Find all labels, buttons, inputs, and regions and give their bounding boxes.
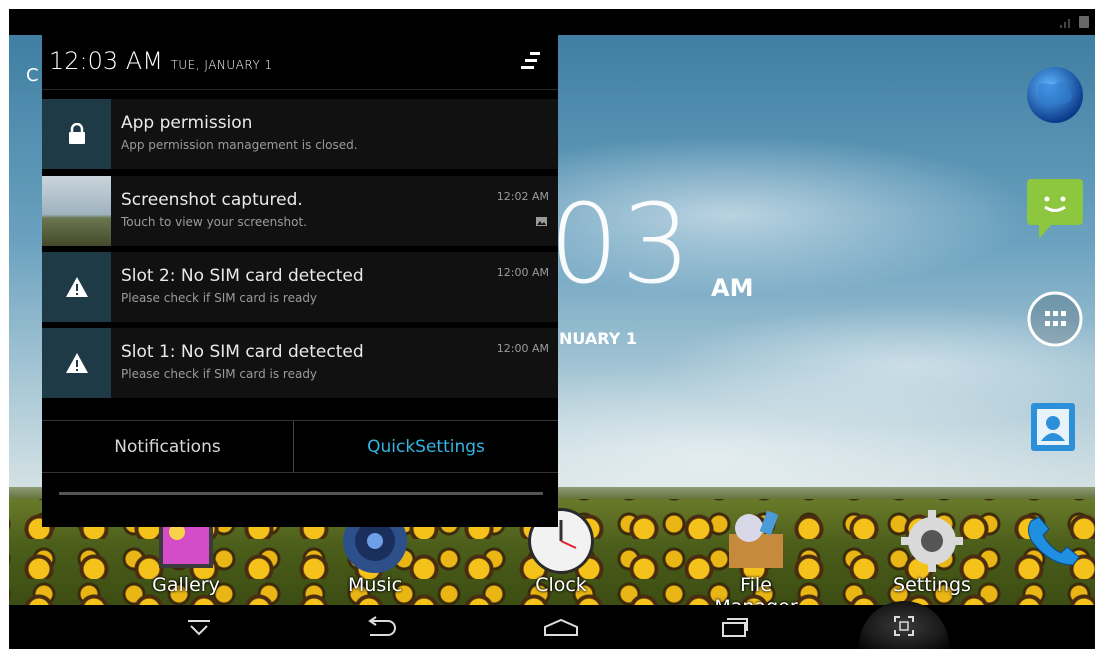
notification-title: Slot 2: No SIM card detected [121,266,364,286]
notification-subtitle: Please check if SIM card is ready [121,291,318,305]
notification-title: Slot 1: No SIM card detected [121,342,364,362]
time-text: 12:03 AM [49,47,163,75]
home-button[interactable] [541,613,581,641]
warning-icon [65,353,88,373]
navigation-bar [9,601,1095,649]
back-button[interactable] [361,613,401,641]
image-small-icon [536,217,547,226]
screenshot-thumbnail [42,176,111,246]
app-file-manager[interactable]: File Manager [696,506,816,618]
shade-header: 12:03 AM TUE, JANUARY 1 [42,33,558,90]
clock-widget-ampm: AM [711,274,754,302]
shade-time: 12:03 AM TUE, JANUARY 1 [49,47,273,75]
notification-icon-area [42,252,111,322]
file-manager-icon [729,510,783,568]
clear-all-icon[interactable] [520,50,542,72]
notification-subtitle: Touch to view your screenshot. [121,215,307,229]
phone-shortcut[interactable] [1025,509,1085,569]
home-icon [544,618,578,636]
contacts-icon [1031,403,1075,451]
hide-keyboard-button[interactable] [179,613,219,641]
app-label: Clock [535,574,587,596]
tab-notifications[interactable]: Notifications [42,421,293,472]
tab-quicksettings[interactable]: QuickSettings [294,421,558,472]
clock-fragment: C [26,65,39,86]
device-screen: C 03 AM NUARY 1 Gallery Music Clock File… [9,9,1095,649]
back-icon [368,616,396,636]
notification-time: 12:02 AM [496,190,549,203]
hide-keyboard-icon [188,620,210,636]
notification-subtitle: App permission management is closed. [121,138,358,152]
clock-widget-date: NUARY 1 [559,329,638,348]
apps-grid-icon [1027,291,1083,347]
lock-icon [68,123,85,144]
chat-icon [1027,179,1083,239]
notification-title: Screenshot captured. [121,190,303,210]
notification-slot1-sim[interactable]: Slot 1: No SIM card detected Please chec… [42,328,558,398]
notification-title: App permission [121,113,253,133]
all-apps-button[interactable] [1025,289,1085,349]
messaging-shortcut[interactable] [1025,177,1085,239]
globe-icon [1027,67,1083,123]
recents-button[interactable] [715,613,755,641]
app-label: Music [347,574,403,596]
notification-shade: 12:03 AM TUE, JANUARY 1 App permission A… [42,33,558,527]
signal-icon [1060,19,1070,28]
sim-icon [1079,16,1089,28]
shade-tabs: Notifications QuickSettings [42,420,558,473]
notification-subtitle: Please check if SIM card is ready [121,367,318,381]
notification-icon-area [42,328,111,398]
screenshot-icon [894,616,914,636]
app-label: Settings [893,574,971,596]
notification-slot2-sim[interactable]: Slot 2: No SIM card detected Please chec… [42,252,558,322]
notification-app-permission[interactable]: App permission App permission management… [42,99,558,169]
date-text: TUE, JANUARY 1 [170,58,273,72]
shade-drag-handle[interactable] [59,492,543,495]
recents-icon [722,618,748,637]
notification-time: 12:00 AM [496,342,549,355]
notification-icon-area [42,99,111,169]
clock-widget-digits: 03 [549,180,693,308]
gear-icon [901,510,963,572]
status-bar[interactable] [9,9,1095,35]
app-settings[interactable]: Settings [882,506,982,606]
notification-time: 12:00 AM [496,266,549,279]
app-label: Gallery [152,574,220,596]
screenshot-button[interactable] [859,601,949,649]
contacts-shortcut[interactable] [1025,397,1085,457]
phone-icon [1027,516,1080,566]
warning-icon [65,277,88,297]
browser-shortcut[interactable] [1025,65,1085,125]
notification-screenshot[interactable]: Screenshot captured. Touch to view your … [42,176,558,246]
